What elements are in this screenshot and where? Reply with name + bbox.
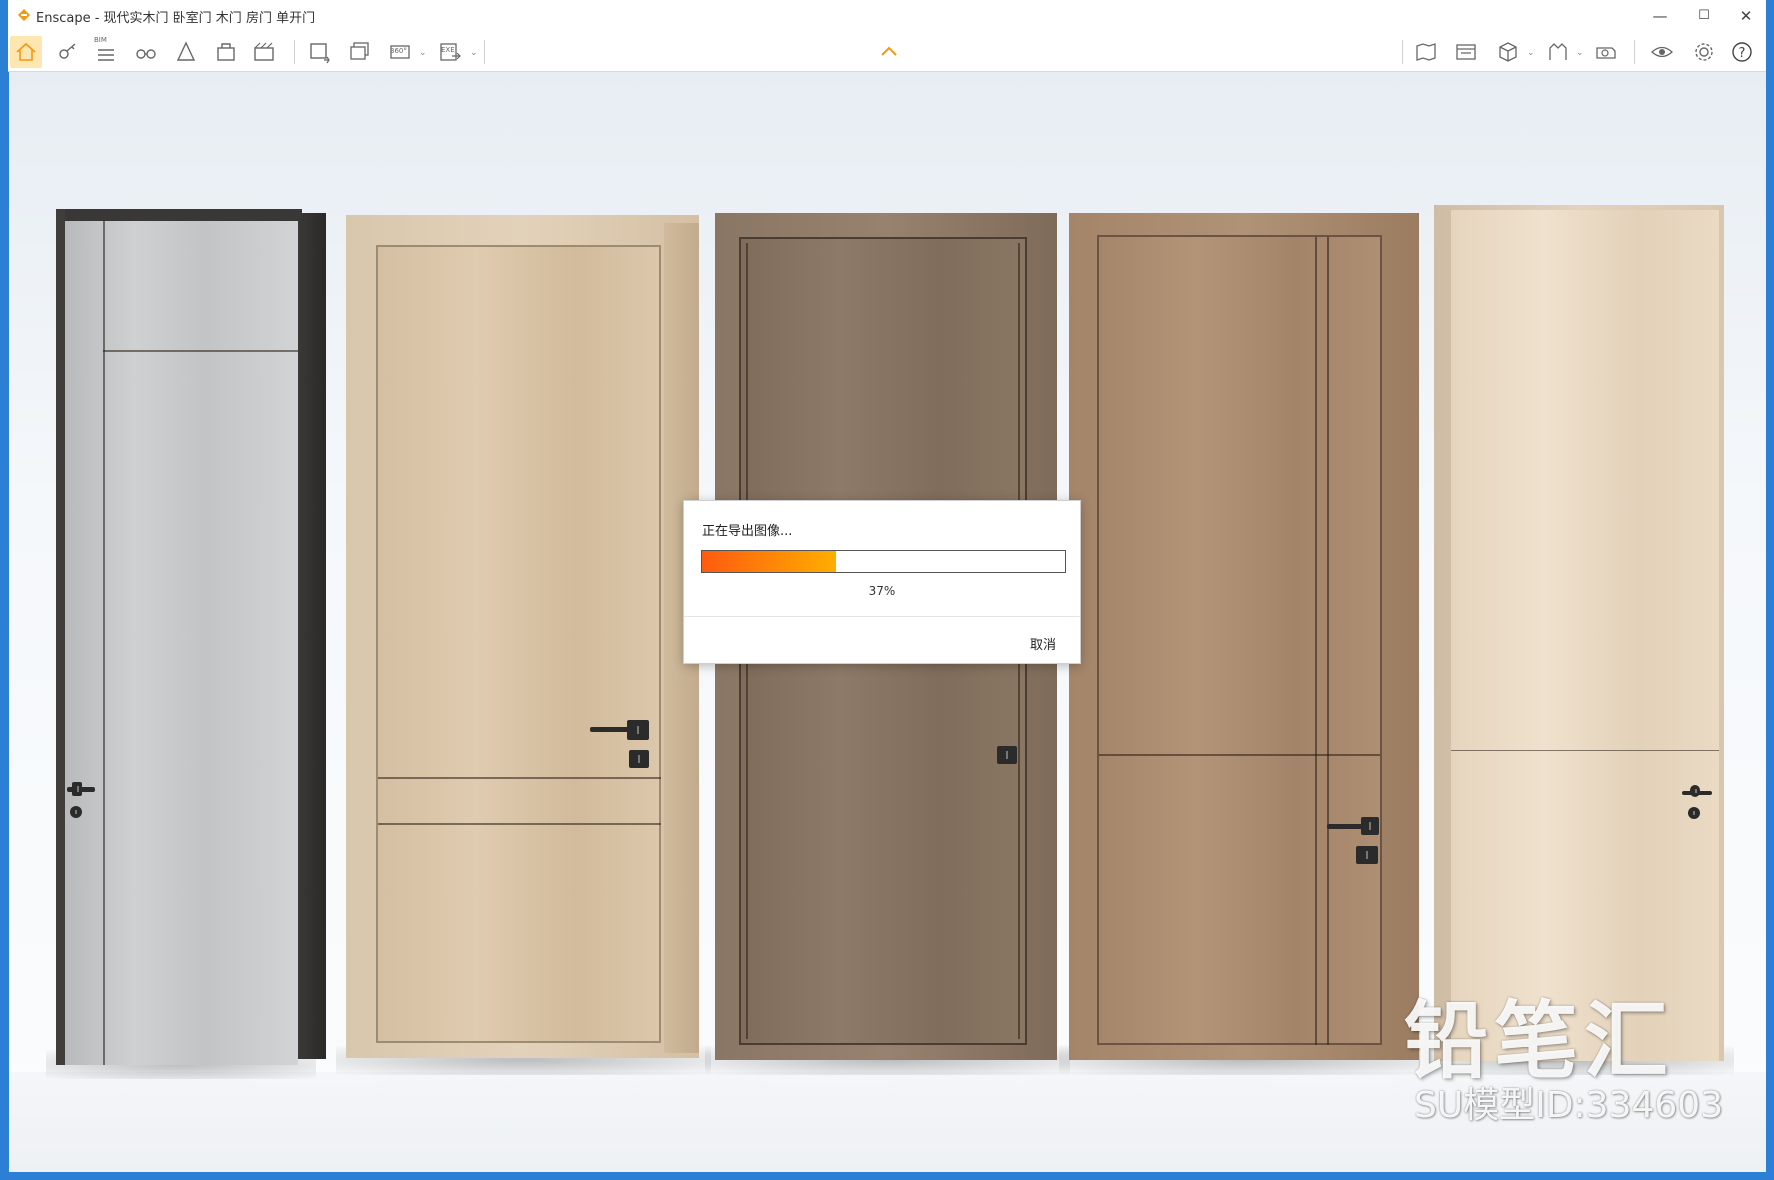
view-management-icon xyxy=(1456,44,1476,60)
home-button[interactable] xyxy=(10,36,42,68)
visual-settings-button[interactable] xyxy=(1646,36,1678,68)
maximize-button[interactable]: ☐ xyxy=(1682,2,1726,30)
progress-percent: 37% xyxy=(868,584,896,598)
asset-library-icon xyxy=(176,41,196,61)
door-groove xyxy=(1099,754,1380,756)
door-groove xyxy=(378,823,661,825)
map-button[interactable] xyxy=(1410,36,1442,68)
panorama-button[interactable]: 360° xyxy=(384,36,416,68)
pale-ash-door xyxy=(1424,205,1734,1075)
collapse-toolbar-chevron-icon[interactable] xyxy=(880,46,898,56)
binoculars-icon xyxy=(136,49,156,59)
panorama-dropdown-chevron-icon[interactable]: ⌄ xyxy=(419,48,427,58)
batch-render-button[interactable] xyxy=(344,36,376,68)
medium-oak-door xyxy=(1059,213,1429,1075)
settings-button[interactable] xyxy=(1688,36,1720,68)
toolbar-separator xyxy=(1634,40,1635,64)
door-leaf xyxy=(65,221,298,1065)
progress-fill xyxy=(702,551,837,572)
sun-icon xyxy=(1549,43,1567,60)
model-id-watermark: SU模型ID:334603 xyxy=(1414,1085,1724,1126)
toolbar-separator xyxy=(1402,40,1403,64)
sun-button[interactable] xyxy=(1542,36,1574,68)
toolbar-separator xyxy=(484,40,485,64)
toolbar: BIM 360° ⌄ EXE ⌄ ⌄ ⌄ ? xyxy=(8,32,1766,72)
door-lock xyxy=(1690,785,1700,797)
cancel-button[interactable]: 取消 xyxy=(1030,634,1056,653)
export-progress-bar xyxy=(701,550,1066,573)
door-groove xyxy=(103,350,298,352)
dialog-title: 正在导出图像... xyxy=(702,524,793,539)
batch-render-icon xyxy=(350,42,369,60)
dialog-divider xyxy=(684,616,1080,617)
door-groove xyxy=(1315,237,1317,1045)
door-groove xyxy=(1451,750,1719,751)
map-icon xyxy=(1416,43,1436,61)
door-groove xyxy=(103,221,105,1065)
cube-dropdown-chevron-icon[interactable]: ⌄ xyxy=(1527,48,1535,58)
gear-icon xyxy=(1695,43,1713,61)
capture-button[interactable] xyxy=(1590,36,1622,68)
material-button[interactable] xyxy=(210,36,242,68)
door-lock xyxy=(629,750,649,768)
door-lock xyxy=(70,806,82,818)
key-button[interactable] xyxy=(52,36,84,68)
enscape-logo-icon xyxy=(18,9,30,21)
key-icon xyxy=(59,43,76,59)
door-groove xyxy=(378,777,661,779)
door-groove xyxy=(1327,237,1329,1045)
sun-dropdown-chevron-icon[interactable]: ⌄ xyxy=(1576,48,1584,58)
bim-label: BIM xyxy=(94,36,107,44)
screenshot-icon xyxy=(310,43,330,64)
help-icon: ? xyxy=(1732,42,1752,62)
toolbar-separator xyxy=(294,40,295,64)
door-lock xyxy=(1361,817,1379,835)
minimize-button[interactable]: — xyxy=(1638,2,1682,30)
svg-text:?: ? xyxy=(1739,46,1746,61)
door-lock xyxy=(627,720,649,740)
help-button[interactable]: ? xyxy=(1726,36,1758,68)
door-lock xyxy=(72,782,82,796)
export-label: EXE xyxy=(441,46,455,54)
door-lock xyxy=(997,746,1017,764)
visual-settings-icon xyxy=(1651,46,1673,58)
binoculars-button[interactable] xyxy=(130,36,162,68)
export-button[interactable]: EXE xyxy=(434,36,466,68)
export-progress-dialog: 正在导出图像... 37% 取消 xyxy=(683,500,1081,664)
door-frame-top xyxy=(56,209,302,221)
export-dropdown-chevron-icon[interactable]: ⌄ xyxy=(470,48,478,58)
window-title: Enscape - 现代实木门 卧室门 木门 房门 单开门 xyxy=(36,11,316,26)
video-editor-icon xyxy=(254,42,274,61)
bim-button[interactable]: BIM xyxy=(90,36,122,68)
video-editor-button[interactable] xyxy=(248,36,280,68)
door-leaf xyxy=(376,245,661,1043)
title-bar[interactable]: Enscape - 现代实木门 卧室门 木门 房门 单开门 — ☐ ✕ xyxy=(8,0,1766,32)
screenshot-button[interactable] xyxy=(304,36,336,68)
door-frame-right xyxy=(298,213,326,1059)
asset-library-button[interactable] xyxy=(170,36,202,68)
door-frame-left xyxy=(56,209,65,1065)
capture-icon xyxy=(1596,47,1616,59)
light-oak-door xyxy=(336,215,711,1075)
grey-door xyxy=(46,209,326,1079)
cube-icon xyxy=(1499,42,1517,62)
panorama-label: 360° xyxy=(390,47,407,55)
close-button[interactable]: ✕ xyxy=(1724,2,1768,30)
enscape-window: Enscape - 现代实木门 卧室门 木门 房门 单开门 — ☐ ✕ BIM xyxy=(0,0,1774,1180)
cube-button[interactable] xyxy=(1492,36,1524,68)
door-leaf xyxy=(1097,235,1382,1045)
home-icon xyxy=(16,42,36,61)
door-leaf xyxy=(1451,210,1719,1061)
material-icon xyxy=(217,43,235,61)
door-lock xyxy=(1688,807,1700,819)
view-management-button[interactable] xyxy=(1450,36,1482,68)
door-lock xyxy=(1356,846,1378,864)
